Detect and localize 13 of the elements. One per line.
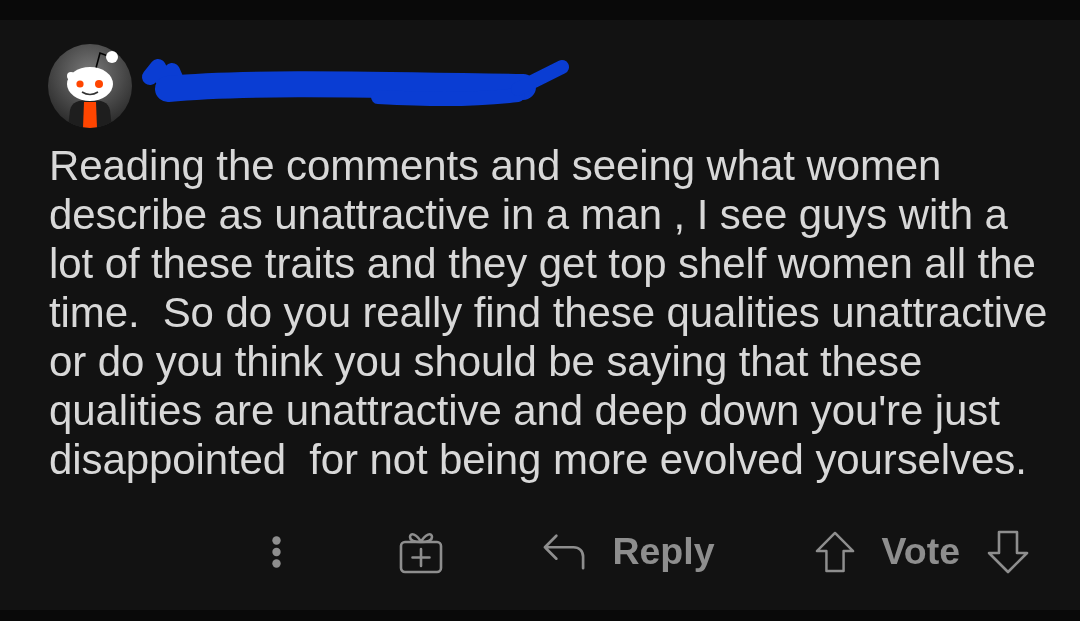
comment-text: Reading the comments and seeing what women describe as unattractive in a man , I see guys with a lot of these traits and they get top shelf women all the time. So do you really find these qualities unattractive or do you think you should be saying that these qualities are unattractive and deep down you're just disappointed for not being more evolved yourselves. — [49, 141, 1049, 484]
more-options-button[interactable] — [272, 536, 282, 568]
avatar-icon — [48, 44, 132, 128]
gift-plus-icon — [399, 530, 444, 574]
vote-label: Vote — [881, 533, 960, 571]
down-arrow-icon — [987, 530, 1029, 574]
more-options-icon — [272, 536, 282, 568]
up-arrow-icon — [814, 531, 855, 573]
upvote-button[interactable] — [814, 531, 855, 573]
downvote-button[interactable] — [987, 530, 1029, 574]
reply-button[interactable]: Reply — [543, 533, 715, 571]
award-button[interactable] — [399, 530, 444, 574]
reply-arrow-icon — [543, 533, 586, 571]
